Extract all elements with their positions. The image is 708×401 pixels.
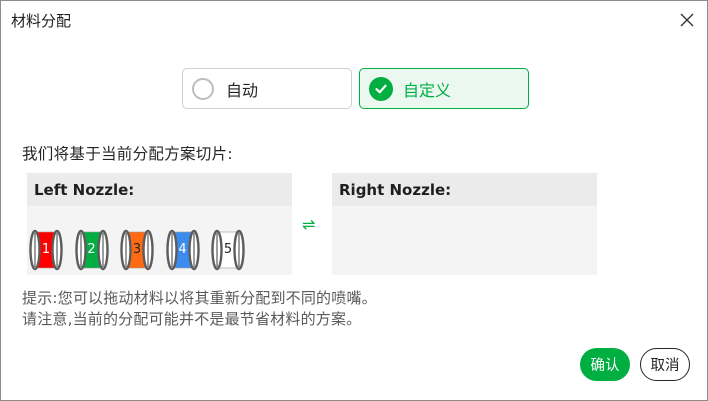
filament-spool[interactable]: 2 xyxy=(74,227,109,273)
spool-number: 5 xyxy=(223,242,233,257)
filament-spool[interactable]: 3 xyxy=(120,227,154,273)
mode-custom-label: 自定义 xyxy=(403,80,452,100)
left-nozzle-title: Left Nozzle: xyxy=(27,173,292,206)
material-assignment-dialog: 材料分配 自动 自定义 我们将基于当前分配方案切片: Left Nozzle: … xyxy=(0,0,708,401)
mode-auto-option[interactable]: 自动 xyxy=(182,68,352,109)
filament-spool[interactable]: 4 xyxy=(165,227,200,273)
hint-text: 提示:您可以拖动材料以将其重新分配到不同的喷嘴。 请注意,当前的分配可能并不是最… xyxy=(22,288,377,330)
hint-line-1: 提示:您可以拖动材料以将其重新分配到不同的喷嘴。 xyxy=(22,289,377,307)
cancel-button[interactable]: 取消 xyxy=(640,348,690,381)
dialog-title: 材料分配 xyxy=(11,12,72,30)
close-button[interactable] xyxy=(677,10,697,30)
confirm-button[interactable]: 确认 xyxy=(580,348,630,381)
slicing-description: 我们将基于当前分配方案切片: xyxy=(22,145,233,163)
swap-arrows-icon: ⇌ xyxy=(302,215,316,234)
filament-spool[interactable]: 5 xyxy=(211,227,245,273)
mode-auto-label: 自动 xyxy=(226,80,259,100)
hint-line-2: 请注意,当前的分配可能并不是最节省材料的方案。 xyxy=(22,310,362,328)
close-icon xyxy=(680,13,694,27)
mode-custom-option[interactable]: 自定义 xyxy=(359,68,529,109)
spool-number: 1 xyxy=(41,242,51,257)
radio-checked-icon xyxy=(369,76,393,101)
spool-number: 3 xyxy=(132,242,142,257)
filament-spool[interactable]: 1 xyxy=(29,227,63,273)
swap-nozzles-button[interactable]: ⇌ xyxy=(302,215,315,234)
spool-number: 4 xyxy=(178,242,187,257)
right-nozzle-title: Right Nozzle: xyxy=(332,173,597,206)
radio-unchecked-icon xyxy=(192,77,214,100)
left-nozzle-panel[interactable]: Left Nozzle: xyxy=(27,173,292,275)
right-nozzle-panel[interactable]: Right Nozzle: xyxy=(332,173,597,275)
spool-number: 2 xyxy=(87,242,96,257)
